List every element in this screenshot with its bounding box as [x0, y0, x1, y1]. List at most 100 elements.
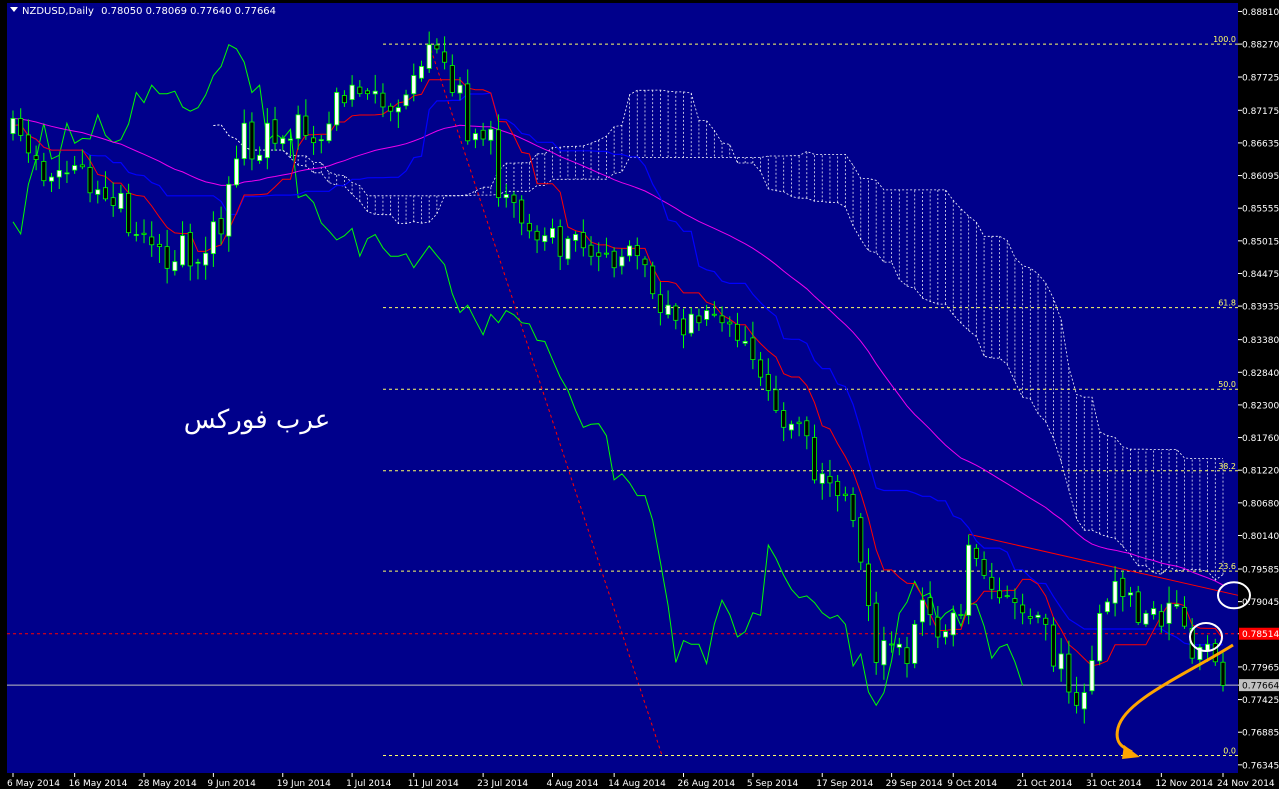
- y-tick-label: 0.77425: [1242, 696, 1279, 706]
- svg-text:NZDUSD,Daily 0.78050 0.780: NZDUSD,Daily 0.78050 0.78069 0.77640 0.7…: [22, 6, 276, 17]
- symbol-label: NZDUSD,Daily: [22, 6, 94, 17]
- candle-body: [1181, 607, 1187, 627]
- candle-body: [503, 194, 509, 199]
- y-tick-label: 0.88810: [1242, 8, 1279, 18]
- candle-body: [603, 252, 609, 255]
- candle-body: [519, 199, 525, 224]
- candle-body: [549, 228, 555, 239]
- candle-body: [989, 576, 995, 590]
- candle-body: [334, 92, 340, 126]
- candle-body: [565, 238, 571, 260]
- candle-body: [295, 114, 301, 140]
- candle-body: [434, 44, 440, 50]
- y-tick-label: 0.80680: [1242, 499, 1279, 509]
- fib-level-label: 100.0: [1213, 35, 1236, 44]
- x-tick-label: 17 Sep 2014: [816, 779, 873, 789]
- y-tick-label: 0.87175: [1242, 107, 1279, 117]
- candle-body: [781, 410, 787, 428]
- candle-body: [1112, 581, 1118, 604]
- x-tick-label: 23 Jul 2014: [477, 779, 528, 789]
- candle-body: [418, 66, 424, 79]
- candle-body: [164, 246, 170, 269]
- y-tick-label: 0.83380: [1242, 336, 1279, 346]
- candle-body: [1120, 577, 1126, 597]
- candle-body: [442, 51, 448, 63]
- candle-body: [110, 197, 116, 206]
- candle-body: [403, 94, 409, 107]
- candle-body: [750, 337, 756, 360]
- candle-body: [765, 374, 771, 391]
- candle-body: [912, 623, 918, 664]
- y-tick-label: 0.81760: [1242, 434, 1279, 444]
- candle-body: [596, 252, 602, 257]
- candle-body: [1166, 602, 1172, 624]
- candle-body: [10, 118, 16, 134]
- candle-body: [318, 139, 324, 142]
- y-tick-label: 0.87725: [1242, 74, 1279, 84]
- y-tick-label: 0.81220: [1242, 467, 1279, 477]
- y-tick-label: 0.83935: [1242, 303, 1279, 313]
- candle-body: [372, 90, 378, 95]
- candle-body: [102, 187, 108, 200]
- candle-body: [349, 84, 355, 101]
- candle-body: [927, 597, 933, 616]
- candle-body: [1027, 616, 1033, 619]
- candle-body: [257, 154, 263, 161]
- candle-body: [1012, 598, 1018, 603]
- candle-body: [472, 133, 478, 141]
- candle-body: [966, 544, 972, 616]
- candle-body: [79, 164, 85, 168]
- candle-body: [611, 250, 617, 269]
- candle-body: [411, 75, 417, 95]
- candle-body: [588, 244, 594, 257]
- candle-body: [156, 243, 162, 247]
- y-tick-label: 0.88270: [1242, 41, 1279, 51]
- candle-body: [195, 261, 201, 264]
- candle-body: [1135, 591, 1141, 623]
- candle-body: [950, 612, 956, 636]
- candle-body: [210, 221, 216, 255]
- candle-body: [264, 122, 270, 159]
- candle-body: [388, 105, 394, 112]
- y-tick-label: 0.76885: [1242, 729, 1279, 739]
- price-chart[interactable]: 100.0 61.8 50.0 38.2 23.6 0.0 0.88810 0.88270 0…: [0, 0, 1279, 789]
- candle-body: [457, 84, 463, 94]
- y-tick-label: 0.84475: [1242, 270, 1279, 280]
- candle-body: [395, 107, 401, 113]
- candle-body: [1050, 624, 1056, 667]
- fib-level-label: 38.2: [1218, 462, 1236, 471]
- x-tick-label: 1 Jul 2014: [346, 779, 391, 789]
- candle-body: [49, 176, 55, 182]
- y-tick-label: 0.78514: [1242, 630, 1279, 640]
- candle-body: [234, 158, 240, 186]
- candle-body: [33, 155, 39, 160]
- candle-body: [943, 631, 949, 638]
- x-tick-label: 16 May 2014: [69, 779, 128, 789]
- y-tick-label: 0.77664: [1242, 682, 1279, 692]
- candle-body: [426, 44, 432, 69]
- y-tick-label: 0.82300: [1242, 401, 1279, 411]
- x-tick-label: 19 Jun 2014: [277, 779, 331, 789]
- x-tick-label: 5 Sep 2014: [747, 779, 799, 789]
- candle-body: [326, 123, 332, 142]
- candle-body: [812, 437, 818, 481]
- candle-body: [180, 235, 186, 266]
- candle-body: [711, 313, 717, 316]
- x-tick-label: 26 Aug 2014: [678, 779, 736, 789]
- candle-body: [889, 643, 895, 646]
- fib-level-label: 0.0: [1223, 746, 1236, 755]
- candle-body: [773, 389, 779, 411]
- candle-body: [827, 475, 833, 484]
- candle-body: [341, 95, 347, 104]
- candle-body: [1074, 692, 1080, 706]
- candle-body: [719, 315, 725, 324]
- x-tick-label: 11 Jul 2014: [408, 779, 459, 789]
- candle-body: [1151, 608, 1157, 615]
- candle-body: [904, 647, 910, 665]
- candle-body: [873, 602, 879, 663]
- x-tick-label: 24 Nov 2014: [1217, 779, 1275, 789]
- candle-body: [642, 258, 648, 266]
- x-tick-label: 31 Oct 2014: [1086, 779, 1142, 789]
- candle-body: [1035, 614, 1041, 618]
- candle-body: [858, 517, 864, 563]
